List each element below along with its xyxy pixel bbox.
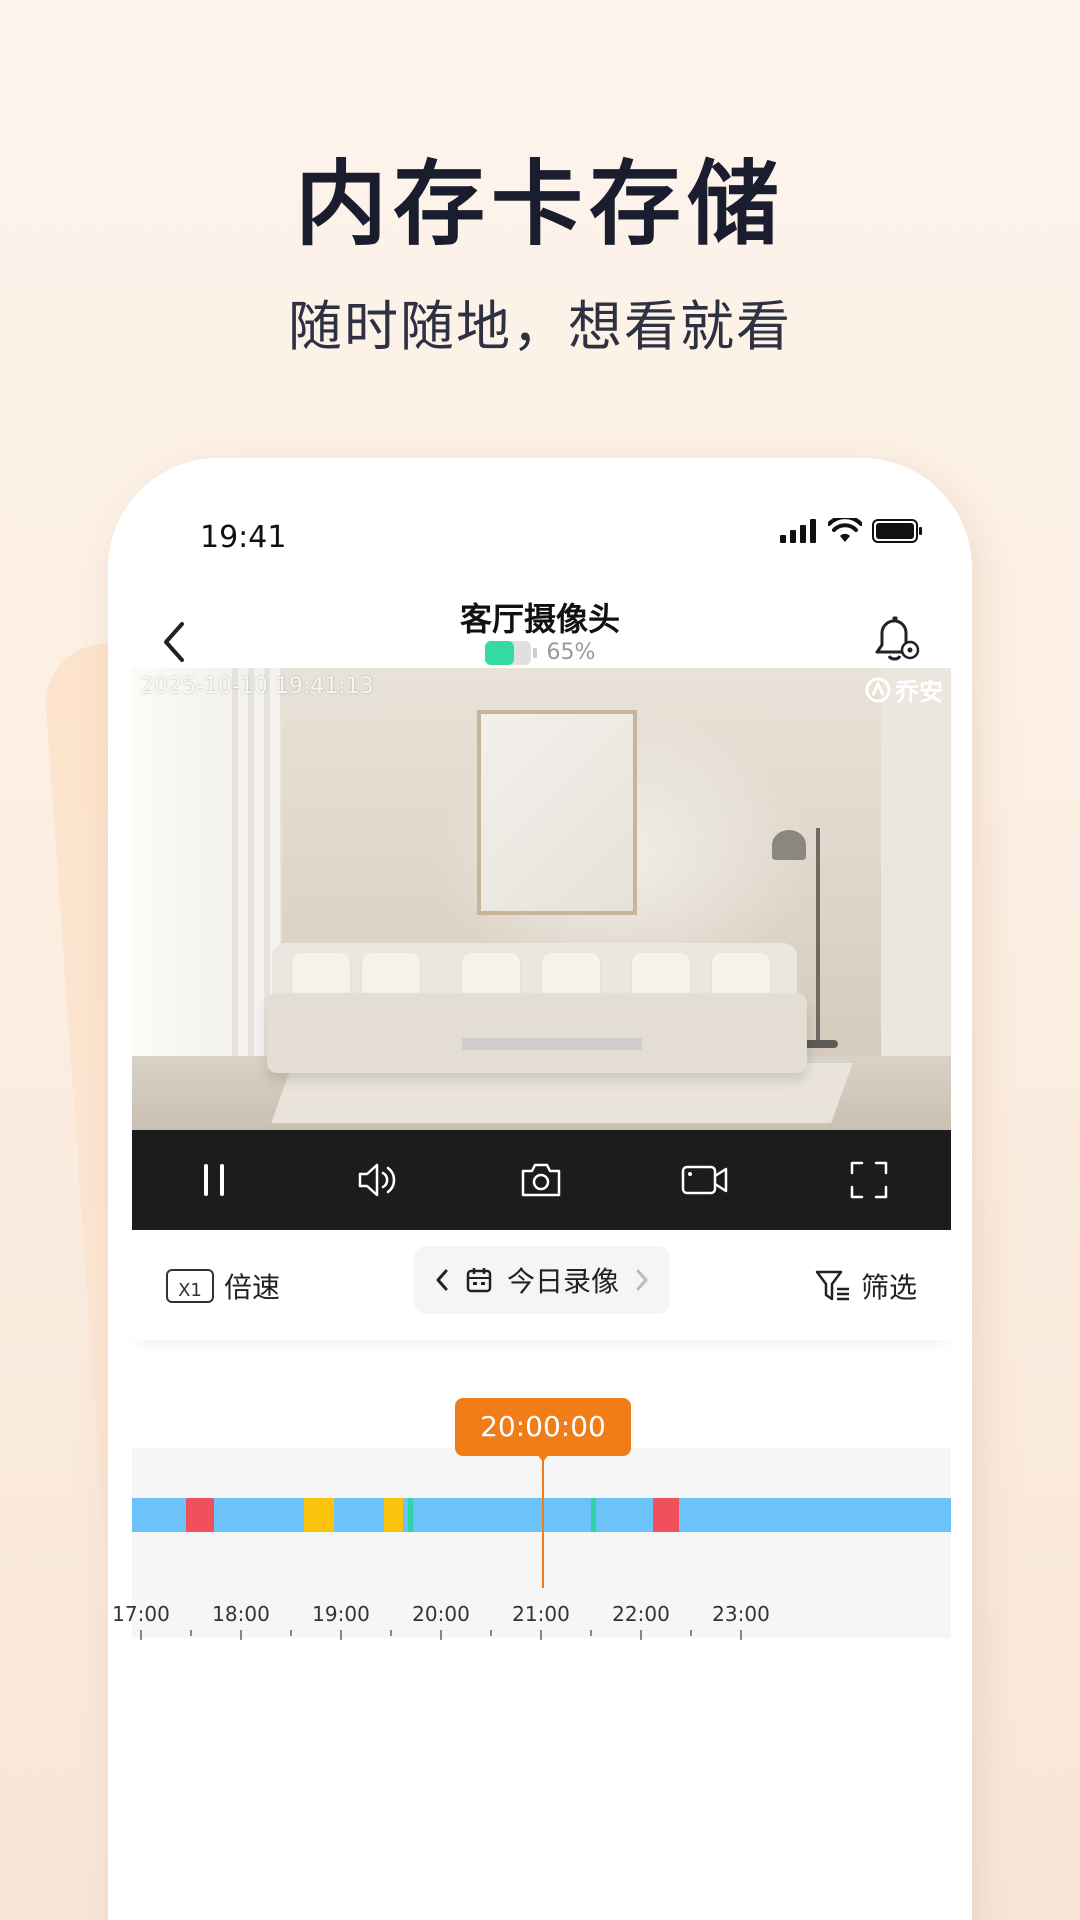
phone-mockup: 19:41 客厅摄像头 65% 2025-10-10 19:41:13 乔安 X… [108,458,972,1920]
camera-title: 客厅摄像头 [459,600,620,638]
timeline-event-alarm[interactable] [652,1498,680,1532]
timeline-tick-label: 22:00 [612,1602,670,1626]
filter-button[interactable]: 筛选 [815,1266,917,1306]
player-controls [132,1130,951,1230]
pause-icon [203,1164,224,1196]
speed-button[interactable]: X1 倍速 [166,1266,280,1306]
timeline-event-person[interactable] [407,1498,413,1532]
timeline-cursor-line [542,1458,544,1588]
playback-toolbar: X1 倍速 今日录像 筛选 [132,1230,951,1340]
floor-lamp-pole [816,828,820,1043]
status-icons [780,518,924,544]
coffee-table [462,1038,642,1050]
wifi-icon [828,518,862,542]
timeline-tick-minor [690,1630,692,1636]
sofa-seat [267,993,807,1073]
video-record-icon [682,1165,728,1195]
filter-icon [815,1270,849,1301]
camera-battery: 65% [108,640,972,665]
timeline-event-person[interactable] [591,1498,596,1532]
timeline-event-alarm[interactable] [186,1498,215,1532]
timeline-tick-major [740,1630,742,1640]
timeline-tick-major [240,1630,242,1640]
status-bar: 19:41 [108,458,972,578]
alarm-settings-bell-icon[interactable] [874,614,920,664]
timeline-tick-major [340,1630,342,1640]
timeline-cursor-time: 20:00:00 [455,1398,631,1456]
timeline-tick-label: 19:00 [312,1602,370,1626]
floor-lamp-head [772,830,806,860]
camera-battery-text: 65% [546,640,596,665]
speed-label: 倍速 [224,1271,281,1304]
timeline-tick-label: 17:00 [112,1602,170,1626]
camera-battery-fill [484,640,515,665]
signal-icon [780,519,816,543]
timeline-tick-label: 20:00 [412,1602,470,1626]
timeline-tick-minor [590,1630,592,1636]
filter-label: 筛选 [860,1271,917,1304]
timeline-tick-major [540,1630,542,1640]
volume-icon [358,1163,395,1197]
video-timestamp: 2025-10-10 19:41:13 [140,674,374,699]
timeline-tick-minor [490,1630,492,1636]
fullscreen-icon [850,1161,888,1199]
timeline-tick-major [640,1630,642,1640]
camera-battery-tip [532,647,537,658]
timeline-tick-label: 18:00 [212,1602,270,1626]
brand-watermark: 乔安 [865,672,943,707]
timeline-tick-major [140,1630,142,1640]
promo-headline: 内存卡存储 [294,151,785,258]
camera-snapshot-icon [522,1163,561,1197]
video-player[interactable]: 2025-10-10 19:41:13 乔安 [132,668,951,1130]
timeline-tick-minor [190,1630,192,1636]
pause-button[interactable] [184,1150,244,1210]
date-selector: 今日录像 [414,1246,670,1314]
calendar-icon[interactable] [465,1266,493,1294]
promo-subline: 随时随地，想看就看 [288,295,792,358]
camera-battery-icon [484,640,531,665]
brand-logo-icon [865,677,891,702]
battery-icon [872,519,922,543]
date-label[interactable]: 今日录像 [507,1260,619,1300]
timeline-tick-minor [390,1630,392,1636]
fullscreen-button[interactable] [839,1150,899,1210]
timeline-tick-label: 21:00 [512,1602,570,1626]
wall-frame [477,710,637,915]
snapshot-button[interactable] [511,1150,571,1210]
timeline-event-motion[interactable] [304,1498,335,1532]
timeline-event-motion[interactable] [384,1498,403,1532]
next-day-chevron-icon[interactable] [633,1267,651,1293]
speed-value: X1 [166,1269,214,1303]
nav-bar: 客厅摄像头 65% [108,578,972,678]
status-time: 19:41 [200,520,287,555]
timeline-tick-label: 23:00 [712,1602,770,1626]
volume-button[interactable] [348,1150,408,1210]
room-right-wall [881,668,951,1068]
prev-day-chevron-icon[interactable] [433,1267,451,1293]
record-button[interactable] [675,1150,735,1210]
brand-text: 乔安 [895,678,943,706]
timeline-tick-major [440,1630,442,1640]
timeline-tick-minor [290,1630,292,1636]
